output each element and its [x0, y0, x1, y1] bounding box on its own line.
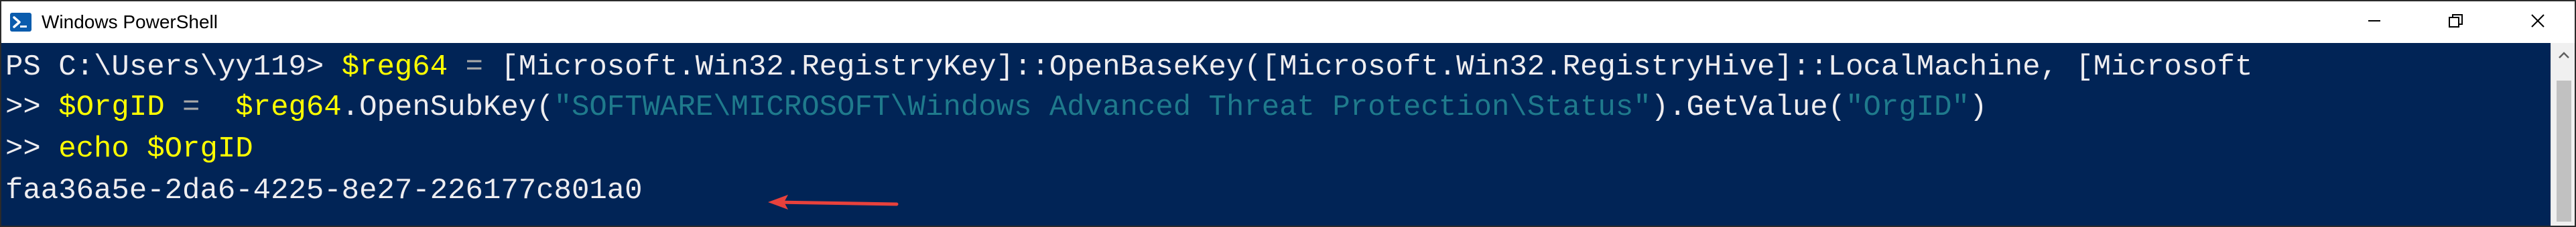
variable-token: $reg64	[235, 91, 342, 124]
variable-token: $reg64	[341, 50, 448, 84]
console-output-line: faa36a5e-2da6-4225-8e27-226177c801a0	[5, 171, 643, 211]
method-text: ).GetValue(	[1651, 91, 1846, 124]
title-bar[interactable]: Windows PowerShell	[1, 1, 2575, 43]
powershell-icon	[9, 11, 32, 34]
command-token: echo	[58, 132, 129, 166]
powershell-window: Windows PowerShell PS C:\Users\yy119> $r…	[0, 0, 2576, 227]
minimize-icon	[2367, 13, 2382, 32]
continuation-prompt: >>	[5, 91, 59, 124]
console-line-3: >> echo $OrgID	[5, 129, 253, 169]
string-token: "SOFTWARE\MICROSOFT\Windows Advanced Thr…	[554, 91, 1651, 124]
console-line-1: PS C:\Users\yy119> $reg64 = [Microsoft.W…	[5, 47, 2252, 87]
method-text: .OpenSubKey(	[341, 91, 554, 124]
prompt: PS C:\Users\yy119>	[5, 50, 342, 84]
string-token: "OrgID"	[1846, 91, 1970, 124]
window-title: Windows PowerShell	[42, 11, 218, 32]
console-line-2: >> $OrgID = $reg64.OpenSubKey("SOFTWARE\…	[5, 87, 1987, 128]
paren-text: )	[1969, 91, 1988, 124]
vertical-scrollbar[interactable]	[2551, 43, 2575, 226]
restore-button[interactable]	[2410, 1, 2502, 43]
org-id-output: faa36a5e-2da6-4225-8e27-226177c801a0	[5, 174, 643, 208]
scroll-thumb[interactable]	[2557, 81, 2571, 222]
scroll-up-icon[interactable]	[2557, 50, 2571, 64]
restore-icon	[2448, 13, 2464, 32]
left-arrow-icon	[765, 192, 899, 216]
expression-text: [Microsoft.Win32.RegistryKey]::OpenBaseK…	[501, 50, 2253, 84]
minimize-button[interactable]	[2328, 1, 2421, 43]
operator-token: =	[448, 50, 501, 84]
console-area[interactable]: PS C:\Users\yy119> $reg64 = [Microsoft.W…	[1, 43, 2551, 226]
variable-token: $OrgID	[58, 91, 165, 124]
variable-token: $OrgID	[147, 132, 253, 166]
operator-token: =	[164, 91, 236, 124]
close-button[interactable]	[2492, 1, 2575, 43]
close-icon	[2530, 13, 2545, 32]
continuation-prompt: >>	[5, 132, 59, 166]
